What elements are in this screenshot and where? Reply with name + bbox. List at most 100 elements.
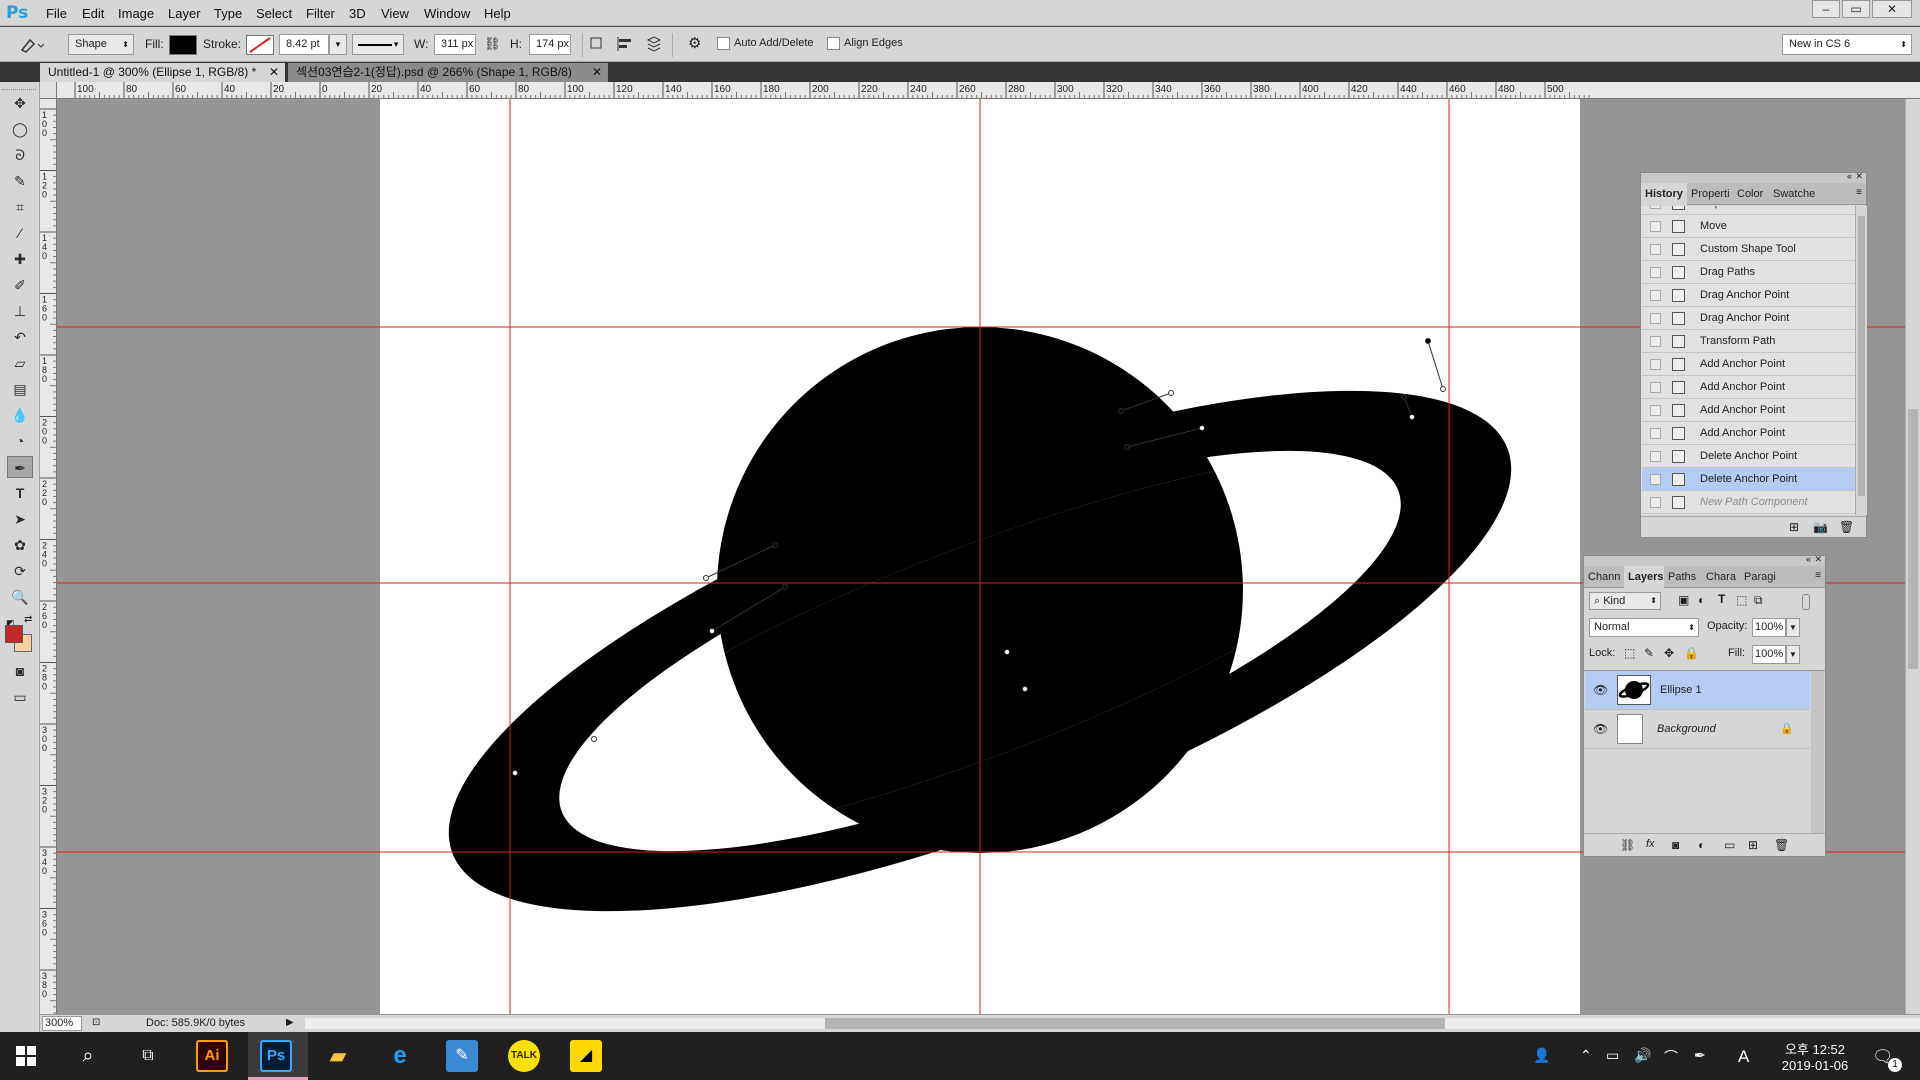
tab-color[interactable]: Color: [1733, 183, 1769, 205]
search-icon[interactable]: ⌕: [72, 1040, 104, 1072]
workspace-select[interactable]: New in CS 6 ⬍: [1782, 34, 1912, 55]
collapse-icon[interactable]: «: [1847, 171, 1852, 181]
tab-character[interactable]: Chara: [1702, 566, 1740, 588]
document-tab-psd[interactable]: 섹션03연습2-1(정답).psd @ 266% (Shape 1, RGB/8…: [288, 63, 608, 82]
snapshot-source-checkbox[interactable]: [1650, 474, 1661, 485]
vertical-ruler[interactable]: 1001201401601802002202402602803003203403…: [40, 99, 57, 1014]
clock-time[interactable]: 오후 12:52: [1770, 1039, 1860, 1058]
history-brush-tool-icon[interactable]: ↶: [7, 326, 33, 348]
blend-mode-select[interactable]: Normal ⬍: [1589, 618, 1699, 637]
panel-header[interactable]: « ✕: [1584, 554, 1825, 566]
history-item[interactable]: Delete Anchor Point: [1642, 445, 1867, 468]
close-icon[interactable]: ✕: [1814, 554, 1822, 565]
close-tab-icon[interactable]: ✕: [269, 63, 279, 82]
internet-explorer-icon[interactable]: e: [384, 1040, 416, 1072]
smart-object-filter-icon[interactable]: ⧉: [1754, 593, 1763, 608]
opacity-input[interactable]: 100%: [1752, 618, 1786, 637]
status-menu-arrow[interactable]: ▶: [286, 1017, 294, 1028]
quick-select-tool-icon[interactable]: ✎: [7, 170, 33, 192]
tab-history[interactable]: History: [1641, 183, 1687, 205]
type-tool-icon[interactable]: T: [7, 482, 33, 504]
fx-icon[interactable]: fx: [1646, 838, 1655, 850]
illustrator-icon[interactable]: Ai: [196, 1040, 228, 1072]
menu-select[interactable]: Select: [252, 6, 296, 21]
move-tool-icon[interactable]: ✥: [7, 92, 33, 114]
snapshot-source-checkbox[interactable]: [1650, 313, 1661, 324]
history-item[interactable]: Delete Anchor Point: [1642, 468, 1867, 491]
zoom-field[interactable]: 300%: [42, 1016, 82, 1031]
lock-position-icon[interactable]: ✥: [1664, 646, 1674, 660]
tab-paragraph[interactable]: Paragi: [1740, 566, 1780, 588]
menu-edit[interactable]: Edit: [78, 6, 108, 21]
chevron-up-icon[interactable]: ⌃: [1580, 1047, 1592, 1064]
task-view-icon[interactable]: ⧉: [132, 1040, 164, 1072]
tab-paths[interactable]: Paths: [1664, 566, 1702, 588]
lasso-tool-icon[interactable]: ᘐ: [7, 144, 33, 166]
path-operations-icon[interactable]: [589, 36, 605, 52]
eyedropper-tool-icon[interactable]: ⁄: [7, 222, 33, 244]
network-icon[interactable]: ⌒: [1664, 1047, 1678, 1067]
snapshot-source-checkbox[interactable]: [1650, 405, 1661, 416]
close-button[interactable]: ✕: [1872, 0, 1912, 18]
dodge-tool-icon[interactable]: ◔: [7, 430, 33, 452]
clock-date[interactable]: 2019-01-06: [1770, 1058, 1860, 1073]
marquee-tool-icon[interactable]: ◯: [7, 118, 33, 140]
menu-window[interactable]: Window: [420, 6, 474, 21]
screen-mode-icon[interactable]: ▭: [7, 686, 33, 708]
document-tab-untitled[interactable]: Untitled-1 @ 300% (Ellipse 1, RGB/8) * ✕: [40, 63, 285, 82]
stroke-swatch[interactable]: [246, 35, 274, 55]
scroll-thumb[interactable]: [1858, 216, 1865, 496]
blur-tool-icon[interactable]: 💧: [7, 404, 33, 426]
notepad-app-icon[interactable]: ✎: [446, 1040, 478, 1072]
path-selection-tool-icon[interactable]: ➤: [7, 508, 33, 530]
history-scrollbar[interactable]: [1855, 206, 1867, 515]
history-item[interactable]: Transform Path: [1642, 330, 1867, 353]
stroke-type-select[interactable]: ▼: [352, 34, 404, 55]
gear-icon[interactable]: ⚙: [688, 34, 701, 52]
tab-layers[interactable]: Layers: [1624, 566, 1664, 588]
minimize-button[interactable]: –: [1812, 0, 1840, 18]
lock-pixels-icon[interactable]: ✎: [1644, 646, 1654, 660]
lock-all-icon[interactable]: 🔒: [1684, 646, 1699, 660]
lock-transparent-icon[interactable]: ⬚: [1624, 646, 1635, 660]
vertical-scrollbar[interactable]: [1905, 99, 1920, 1014]
eye-icon[interactable]: 👁: [1593, 671, 1608, 710]
snapshot-source-checkbox[interactable]: [1650, 267, 1661, 278]
link-layers-icon[interactable]: ⛓: [1620, 838, 1635, 852]
history-item[interactable]: Custom Shape Tool: [1642, 238, 1867, 261]
close-tab-icon[interactable]: ✕: [592, 63, 602, 82]
horizontal-scrollbar[interactable]: [305, 1018, 1920, 1029]
pen-tool-icon[interactable]: ✒: [7, 456, 33, 478]
add-mask-icon[interactable]: ◙: [1672, 838, 1679, 852]
photoshop-icon[interactable]: Ps: [260, 1040, 292, 1072]
history-item[interactable]: Add Anchor Point: [1642, 376, 1867, 399]
stroke-width-input[interactable]: 8.42 pt: [279, 34, 329, 55]
swap-colors-icon[interactable]: ⇄: [24, 614, 32, 625]
menu-view[interactable]: View: [377, 6, 413, 21]
height-input[interactable]: 174 px: [529, 34, 571, 55]
snapshot-source-checkbox[interactable]: [1650, 336, 1661, 347]
type-filter-icon[interactable]: T: [1718, 592, 1725, 606]
volume-icon[interactable]: 🔊: [1634, 1047, 1651, 1064]
menu-3d[interactable]: 3D: [345, 6, 370, 21]
link-icon[interactable]: ⛓: [484, 36, 501, 52]
stroke-width-dropdown[interactable]: ▼: [329, 34, 347, 55]
chevron-down-icon[interactable]: ▼: [1786, 618, 1800, 637]
snapshot-source-checkbox[interactable]: [1650, 497, 1661, 508]
history-item[interactable]: Move: [1642, 215, 1867, 238]
history-item[interactable]: Drag Anchor Point: [1642, 307, 1867, 330]
ruler-origin[interactable]: [40, 82, 57, 99]
close-icon[interactable]: ✕: [1855, 171, 1863, 182]
pen-tool-preset-icon[interactable]: [18, 36, 44, 54]
snapshot-source-checkbox[interactable]: [1650, 451, 1661, 462]
trash-icon[interactable]: 🗑: [1774, 838, 1789, 852]
adjustment-layer-icon[interactable]: ◐: [1698, 838, 1705, 852]
new-document-icon[interactable]: ⊞: [1789, 520, 1799, 534]
menu-layer[interactable]: Layer: [164, 6, 205, 21]
restore-button[interactable]: ▭: [1842, 0, 1870, 18]
trash-icon[interactable]: 🗑: [1839, 520, 1854, 534]
adjustment-filter-icon[interactable]: ◐: [1698, 593, 1705, 607]
history-item[interactable]: Add Anchor Point: [1642, 422, 1867, 445]
ime-indicator[interactable]: A: [1738, 1047, 1749, 1067]
history-item[interactable]: Add Anchor Point: [1642, 399, 1867, 422]
